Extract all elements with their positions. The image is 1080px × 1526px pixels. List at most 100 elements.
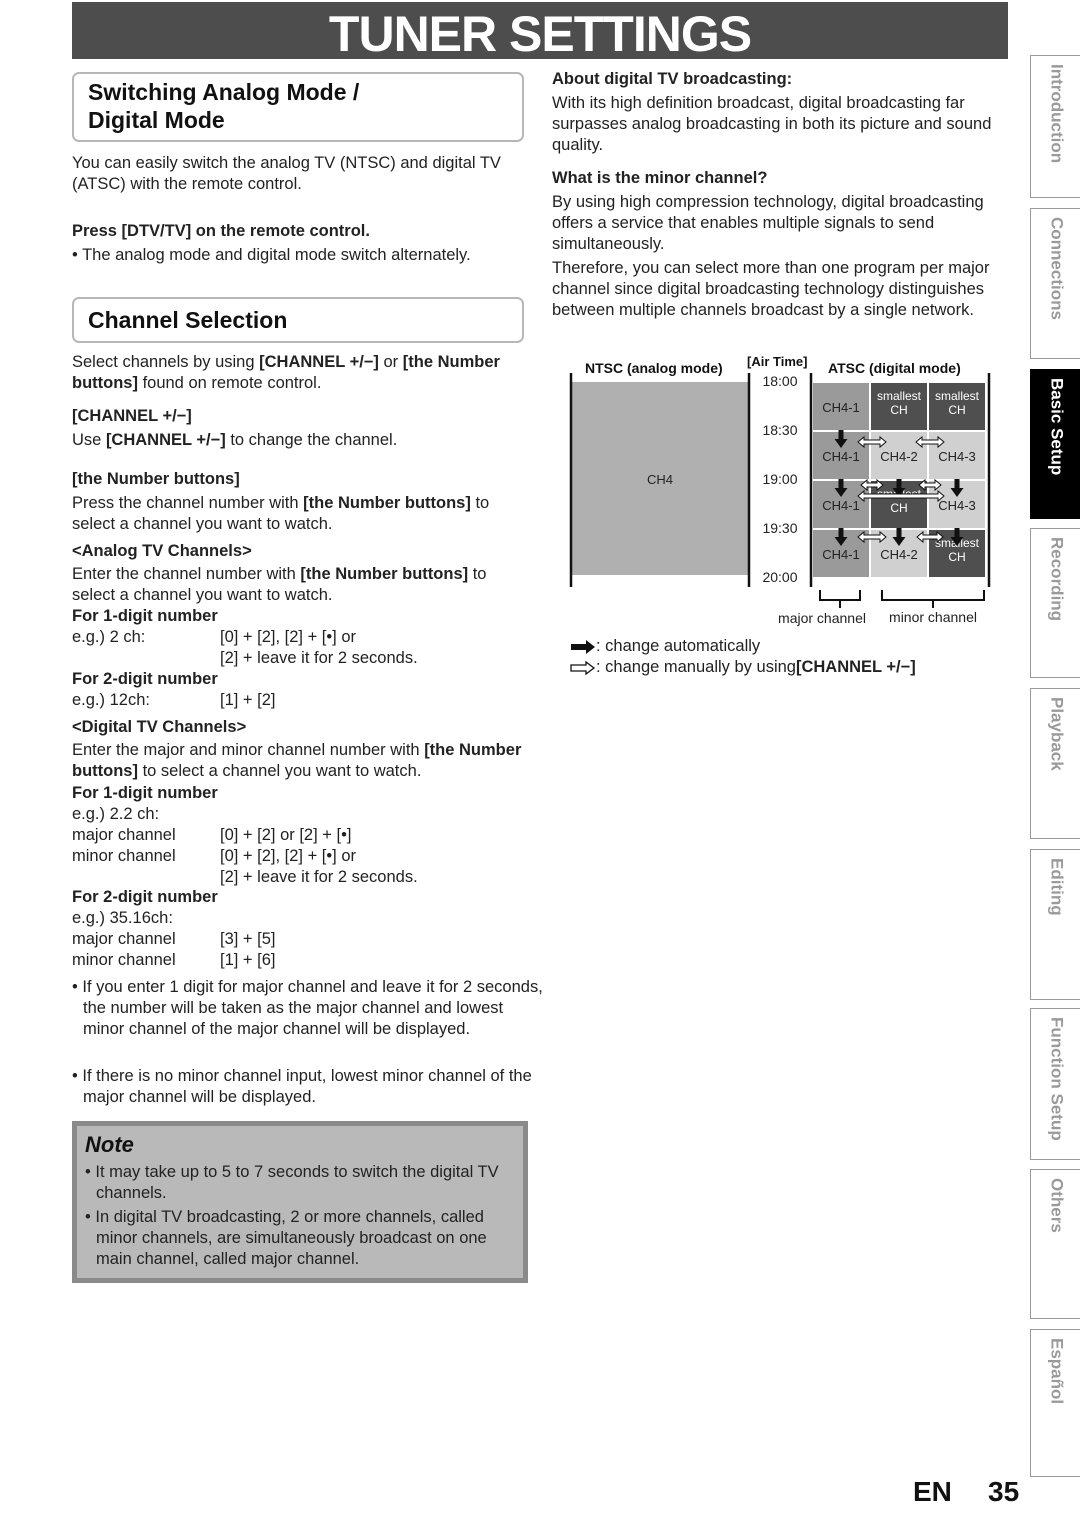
switching-step: Press [DTV/TV] on the remote control. — [72, 222, 370, 240]
side-tab-label: Español — [1047, 1338, 1067, 1405]
example-row: minor channel [0] + [2], [2] + [•] or — [72, 846, 532, 867]
channel-cell-label: smallest — [877, 389, 922, 403]
channel-cell-label: CH4-2 — [880, 547, 918, 562]
digital-text: Enter the major and minor channel number… — [72, 740, 532, 782]
section-heading-channel-selection: Channel Selection — [72, 297, 524, 343]
channel-bullet-1: • If you enter 1 digit for major channel… — [72, 978, 543, 1038]
side-tab-playback[interactable]: Playback — [1030, 688, 1080, 839]
side-tab-function-setup[interactable]: Function Setup — [1030, 1008, 1080, 1160]
digital-1digit-example: e.g.) 2.2 ch: — [72, 805, 160, 823]
example-label: e.g.) 2 ch: — [72, 628, 146, 646]
text: Use — [72, 431, 106, 449]
channel-cell-label: CH4-1 — [822, 400, 860, 415]
note-box: Note • It may take up to 5 to 7 seconds … — [72, 1121, 528, 1283]
number-key: [the Number buttons] — [300, 565, 469, 583]
channel-cell-label: CH — [948, 550, 965, 564]
number-buttons-text: Press the channel number with [the Numbe… — [72, 493, 532, 535]
note-list: • It may take up to 5 to 7 seconds to sw… — [85, 1162, 515, 1270]
analog-2digit-heading: For 2-digit number — [72, 670, 218, 688]
channel-cell-label: CH4-2 — [880, 449, 918, 464]
side-tab-others[interactable]: Others — [1030, 1169, 1080, 1319]
side-tab-label: Others — [1047, 1178, 1067, 1233]
legend-auto: : change automatically — [570, 636, 760, 657]
example-row: major channel [3] + [5] — [72, 929, 532, 950]
example-row: minor channel [1] + [6] — [72, 950, 532, 971]
channel-cell-label: smallest — [935, 389, 980, 403]
text: Select channels by using — [72, 353, 260, 371]
channel-key: [CHANNEL +/−] — [105, 431, 226, 449]
major-bracket — [819, 590, 861, 601]
analog-1digit-heading: For 1-digit number — [72, 607, 218, 625]
switching-bullet: • The analog mode and digital mode switc… — [72, 246, 471, 264]
about-heading: About digital TV broadcasting: — [552, 70, 793, 88]
example-label: minor channel — [72, 847, 176, 865]
channel-cell-label: CH4-3 — [938, 498, 976, 513]
example-row: e.g.) 12ch: [1] + [2] — [72, 690, 532, 711]
example-label — [72, 867, 220, 888]
minor-channel-label: minor channel — [889, 609, 977, 625]
side-tab-label: Connections — [1047, 217, 1067, 320]
example-row: [2] + leave it for 2 seconds. — [72, 648, 532, 669]
time-label: 18:30 — [762, 422, 797, 438]
black-arrow-icon — [571, 639, 595, 654]
heading-line-1: Switching Analog Mode / — [88, 79, 360, 105]
note-item: • It may take up to 5 to 7 seconds to sw… — [85, 1163, 499, 1202]
digital-heading: <Digital TV Channels> — [72, 718, 247, 736]
number-key: [the Number buttons] — [303, 494, 471, 512]
channel-cell-label: CH — [890, 403, 907, 417]
text: Enter the major and minor channel number… — [72, 741, 425, 759]
analog-text: Enter the channel number with [the Numbe… — [72, 564, 532, 606]
side-tab-label: Recording — [1047, 537, 1067, 622]
ntsc-label: NTSC (analog mode) — [585, 360, 723, 376]
text: to change the channel. — [225, 431, 398, 449]
channel-cell-label: CH4-3 — [938, 449, 976, 464]
channel-diagram: NTSC (analog mode) [Air Time] ATSC (digi… — [569, 354, 991, 626]
side-tab-editing[interactable]: Editing — [1030, 849, 1080, 1000]
text: or — [378, 353, 403, 371]
channel-cell-label: CH4-1 — [822, 547, 860, 562]
example-label: major channel — [72, 826, 176, 844]
legend-auto-text: : change automatically — [596, 637, 761, 655]
example-row: major channel [0] + [2] or [2] + [•] — [72, 825, 532, 846]
side-tab-label: Introduction — [1047, 64, 1067, 164]
side-tab-recording[interactable]: Recording — [1030, 528, 1080, 678]
analog-heading: <Analog TV Channels> — [72, 542, 252, 560]
atsc-label: ATSC (digital mode) — [828, 360, 961, 376]
channel-selection-intro: Select channels by using [CHANNEL +/−] o… — [72, 352, 532, 394]
digital-1digit-rows: major channel [0] + [2] or [2] + [•] mino… — [72, 825, 532, 888]
text: to select a channel you want to watch. — [137, 762, 422, 780]
side-tab-connections[interactable]: Connections — [1030, 208, 1080, 359]
example-keys: [0] + [2], [2] + [•] or — [220, 847, 357, 865]
digital-2digit-rows: major channel [3] + [5] minor channel [1] … — [72, 929, 532, 971]
digital-2digit-example: e.g.) 35.16ch: — [72, 909, 173, 927]
example-label — [72, 648, 220, 669]
airtime-label: [Air Time] — [747, 354, 807, 369]
digital-1digit-heading: For 1-digit number — [72, 784, 218, 802]
side-tab-label: Basic Setup — [1047, 378, 1067, 476]
side-tab-introduction[interactable]: Introduction — [1030, 55, 1080, 198]
example-label: major channel — [72, 930, 176, 948]
analog-2digit-rows: e.g.) 12ch: [1] + [2] — [72, 690, 532, 711]
note-heading: Note — [85, 1132, 134, 1157]
heading-line-2: Digital Mode — [88, 107, 225, 133]
example-keys: [2] + leave it for 2 seconds. — [220, 868, 418, 886]
channel-cell-label: CH4-1 — [822, 449, 860, 464]
note-item: • In digital TV broadcasting, 2 or more … — [85, 1208, 487, 1268]
example-keys: [1] + [2] — [220, 691, 276, 709]
channel-key-text: Use [CHANNEL +/−] to change the channel. — [72, 430, 532, 451]
example-keys: [0] + [2] or [2] + [•] — [220, 826, 352, 844]
side-tab-espanol[interactable]: Español — [1030, 1329, 1080, 1477]
number-buttons-heading: [the Number buttons] — [72, 470, 240, 488]
channel-cell-label: CH4-1 — [822, 498, 860, 513]
minor-text-1: By using high compression technology, di… — [552, 193, 984, 253]
example-keys: [2] + leave it for 2 seconds. — [220, 649, 418, 667]
example-label: minor channel — [72, 951, 176, 969]
switching-intro: You can easily switch the analog TV (NTS… — [72, 154, 501, 193]
side-tab-basic-setup[interactable]: Basic Setup — [1030, 369, 1080, 519]
channel-key: [CHANNEL +/−] — [259, 353, 379, 371]
example-row: e.g.) 2 ch: [0] + [2], [2] + [•] or — [72, 627, 532, 648]
analog-1digit-rows: e.g.) 2 ch: [0] + [2], [2] + [•] or [2] +… — [72, 627, 532, 669]
channel-cell-label: CH — [948, 403, 965, 417]
channel-key: [CHANNEL +/−] — [795, 658, 916, 676]
example-row: [2] + leave it for 2 seconds. — [72, 867, 532, 888]
